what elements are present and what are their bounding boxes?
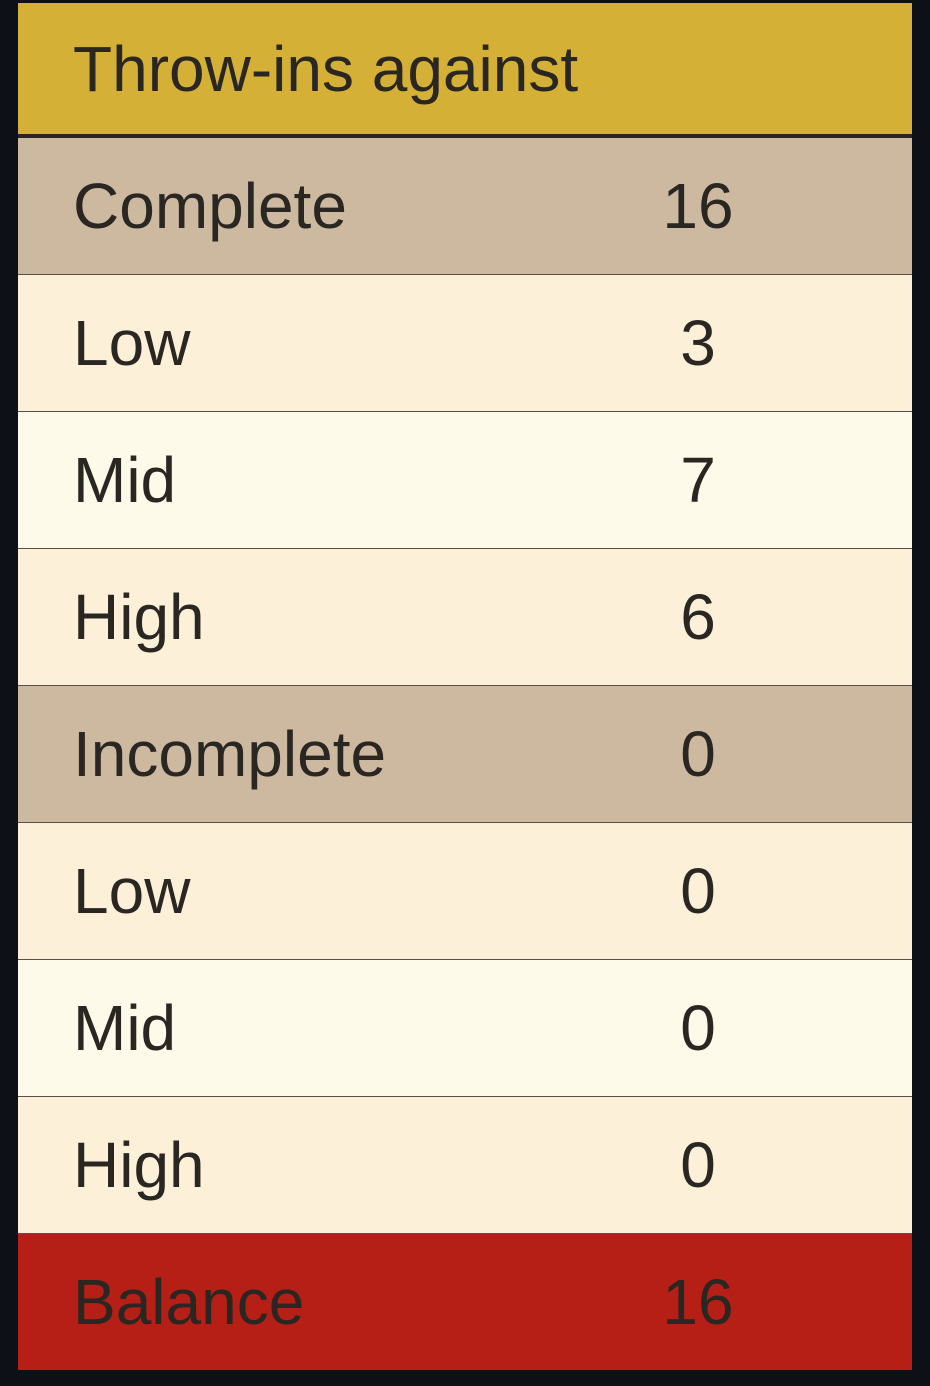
table-row-incomplete-mid: Mid 0: [18, 960, 912, 1097]
throw-ins-table: Throw-ins against Complete 16 Low 3 Mid …: [18, 3, 912, 1378]
row-label: High: [73, 1129, 205, 1201]
row-label: Incomplete: [73, 718, 387, 790]
table-header: Throw-ins against: [18, 3, 912, 138]
table-row-complete-mid: Mid 7: [18, 412, 912, 549]
table-row-incomplete: Incomplete 0: [18, 686, 912, 823]
row-label: High: [73, 581, 205, 653]
balance-label: Balance: [73, 1266, 305, 1338]
row-value: 0: [680, 992, 716, 1064]
table-row-complete-high: High 6: [18, 549, 912, 686]
table-row-incomplete-high: High 0: [18, 1097, 912, 1234]
balance-value: 16: [662, 1266, 734, 1338]
row-value: 0: [680, 1129, 716, 1201]
row-value: 7: [680, 444, 716, 516]
row-value: 6: [680, 581, 716, 653]
row-label: Low: [73, 307, 191, 379]
table-row-complete: Complete 16: [18, 138, 912, 275]
row-value: 16: [662, 170, 734, 242]
table-row-balance: Balance 16: [18, 1234, 912, 1370]
table-row-incomplete-low: Low 0: [18, 823, 912, 960]
table-row-complete-low: Low 3: [18, 275, 912, 412]
row-value: 3: [680, 307, 716, 379]
table-title: Throw-ins against: [73, 32, 579, 105]
row-label: Mid: [73, 992, 177, 1064]
row-label: Low: [73, 855, 191, 927]
row-value: 0: [680, 855, 716, 927]
row-value: 0: [680, 718, 716, 790]
row-label: Complete: [73, 170, 347, 242]
row-label: Mid: [73, 444, 177, 516]
